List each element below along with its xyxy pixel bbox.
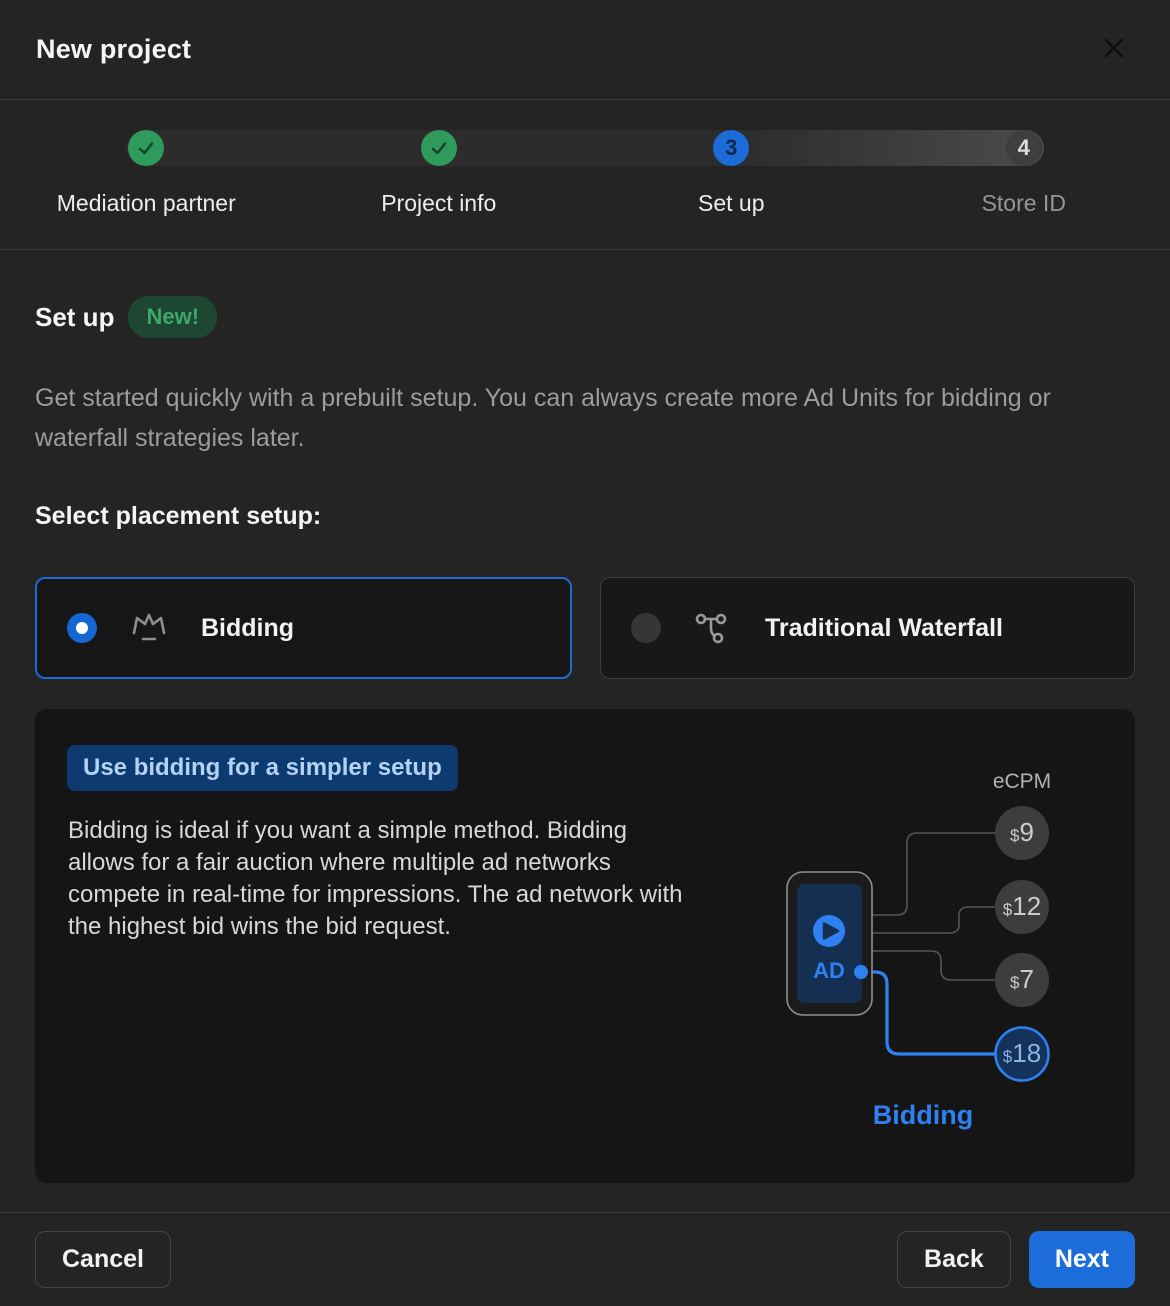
illustration-caption: Bidding — [873, 1100, 973, 1130]
bid-circle: $9 — [995, 806, 1049, 860]
setup-section-title: Set up — [35, 302, 114, 333]
phone-illustration: AD — [787, 872, 872, 1015]
bidding-radio[interactable] — [67, 613, 97, 643]
waterfall-branch-icon — [691, 608, 735, 648]
step-2-label: Project info — [381, 190, 496, 217]
bidding-description: Bidding is ideal if you want a simple me… — [68, 815, 698, 943]
step-1-label: Mediation partner — [57, 190, 236, 217]
bidding-illustration: eCPM — [749, 749, 1109, 1169]
winning-bid-line — [861, 972, 995, 1054]
bidding-info-panel: Use bidding for a simpler setup Bidding … — [35, 709, 1135, 1183]
step-4-indicator: 4 — [1006, 130, 1042, 166]
waterfall-option-label: Traditional Waterfall — [765, 614, 1003, 643]
check-icon — [135, 137, 157, 159]
step-set-up[interactable]: 3 Set up — [585, 130, 878, 217]
back-button[interactable]: Back — [897, 1231, 1011, 1288]
bidding-tip-badge: Use bidding for a simpler setup — [67, 745, 458, 791]
play-icon — [813, 915, 845, 947]
ad-label: AD — [813, 958, 845, 983]
stepper: Mediation partner Project info 3 Set up … — [0, 100, 1170, 250]
waterfall-radio[interactable] — [631, 613, 661, 643]
step-mediation-partner[interactable]: Mediation partner — [0, 130, 293, 217]
select-placement-label: Select placement setup: — [35, 502, 1135, 531]
step-project-info[interactable]: Project info — [293, 130, 586, 217]
step-2-indicator — [421, 130, 457, 166]
setup-description: Get started quickly with a prebuilt setu… — [35, 378, 1135, 458]
step-store-id[interactable]: 4 Store ID — [878, 130, 1170, 217]
option-traditional-waterfall[interactable]: Traditional Waterfall — [600, 577, 1135, 679]
connector-lines — [872, 833, 995, 980]
step-3-label: Set up — [698, 190, 765, 217]
bid-circle: $7 — [995, 953, 1049, 1007]
new-badge: New! — [128, 296, 217, 338]
close-icon — [1099, 33, 1129, 66]
cancel-button[interactable]: Cancel — [35, 1231, 171, 1288]
modal-footer: Cancel Back Next — [0, 1212, 1170, 1306]
ecpm-label: eCPM — [993, 770, 1051, 793]
modal-body: Set up New! Get started quickly with a p… — [0, 250, 1170, 1212]
next-button[interactable]: Next — [1029, 1231, 1135, 1288]
bid-circle-winning: $18 — [996, 1028, 1049, 1081]
step-4-label: Store ID — [982, 190, 1066, 217]
step-3-indicator: 3 — [713, 130, 749, 166]
placement-options: Bidding Traditional Waterfall — [35, 577, 1135, 679]
step-1-indicator — [128, 130, 164, 166]
bid-circle: $12 — [995, 880, 1049, 934]
modal-title: New project — [36, 34, 191, 65]
crown-icon — [127, 608, 171, 648]
check-icon — [428, 137, 450, 159]
new-project-modal: New project Mediation partner — [0, 0, 1170, 1306]
modal-header: New project — [0, 0, 1170, 100]
bid-origin-dot — [854, 965, 868, 979]
bidding-option-label: Bidding — [201, 614, 294, 643]
option-bidding[interactable]: Bidding — [35, 577, 572, 679]
setup-title-row: Set up New! — [35, 296, 1135, 338]
close-button[interactable] — [1094, 30, 1134, 70]
footer-right-actions: Back Next — [897, 1231, 1135, 1288]
